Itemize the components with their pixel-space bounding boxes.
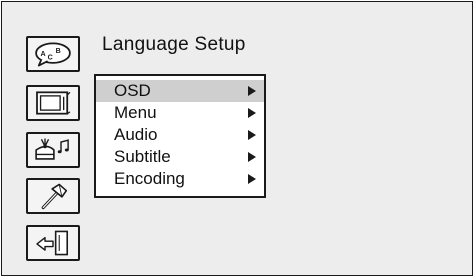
svg-text:A: A [41,50,46,58]
page-title: Language Setup [102,34,246,55]
sidebar-item-exit[interactable] [26,225,80,261]
sidebar-item-audio[interactable] [26,132,80,168]
setup-screen: A C B Language Setup OSD Menu Audio Subt… [1,1,473,276]
menu-item-label: Audio [114,125,158,144]
exit-door-icon [36,230,69,256]
sidebar-item-language[interactable]: A C B [26,36,80,72]
menu-item-menu[interactable]: Menu [96,102,264,124]
arrow-right-icon [248,86,256,96]
menu-item-label: Subtitle [114,147,171,166]
language-menu: OSD Menu Audio Subtitle Encoding [94,74,266,198]
menu-item-label: OSD [114,81,151,100]
menu-item-label: Encoding [114,169,185,188]
tv-screen-icon [36,91,71,115]
menu-item-subtitle[interactable]: Subtitle [96,146,264,168]
menu-item-label: Menu [114,103,157,122]
audio-speaker-icon [35,138,69,160]
arrow-right-icon [248,152,256,162]
language-abc-icon: A C B [35,42,71,67]
menu-item-osd[interactable]: OSD [96,80,264,102]
arrow-right-icon [248,174,256,184]
arrow-right-icon [248,130,256,140]
hammer-tools-icon [41,183,68,210]
svg-text:C: C [48,53,53,61]
sidebar-item-video[interactable] [26,85,80,121]
menu-item-encoding[interactable]: Encoding [96,168,264,190]
arrow-right-icon [248,108,256,118]
menu-item-audio[interactable]: Audio [96,124,264,146]
svg-text:B: B [56,47,61,55]
sidebar-item-preferences[interactable] [26,178,80,214]
